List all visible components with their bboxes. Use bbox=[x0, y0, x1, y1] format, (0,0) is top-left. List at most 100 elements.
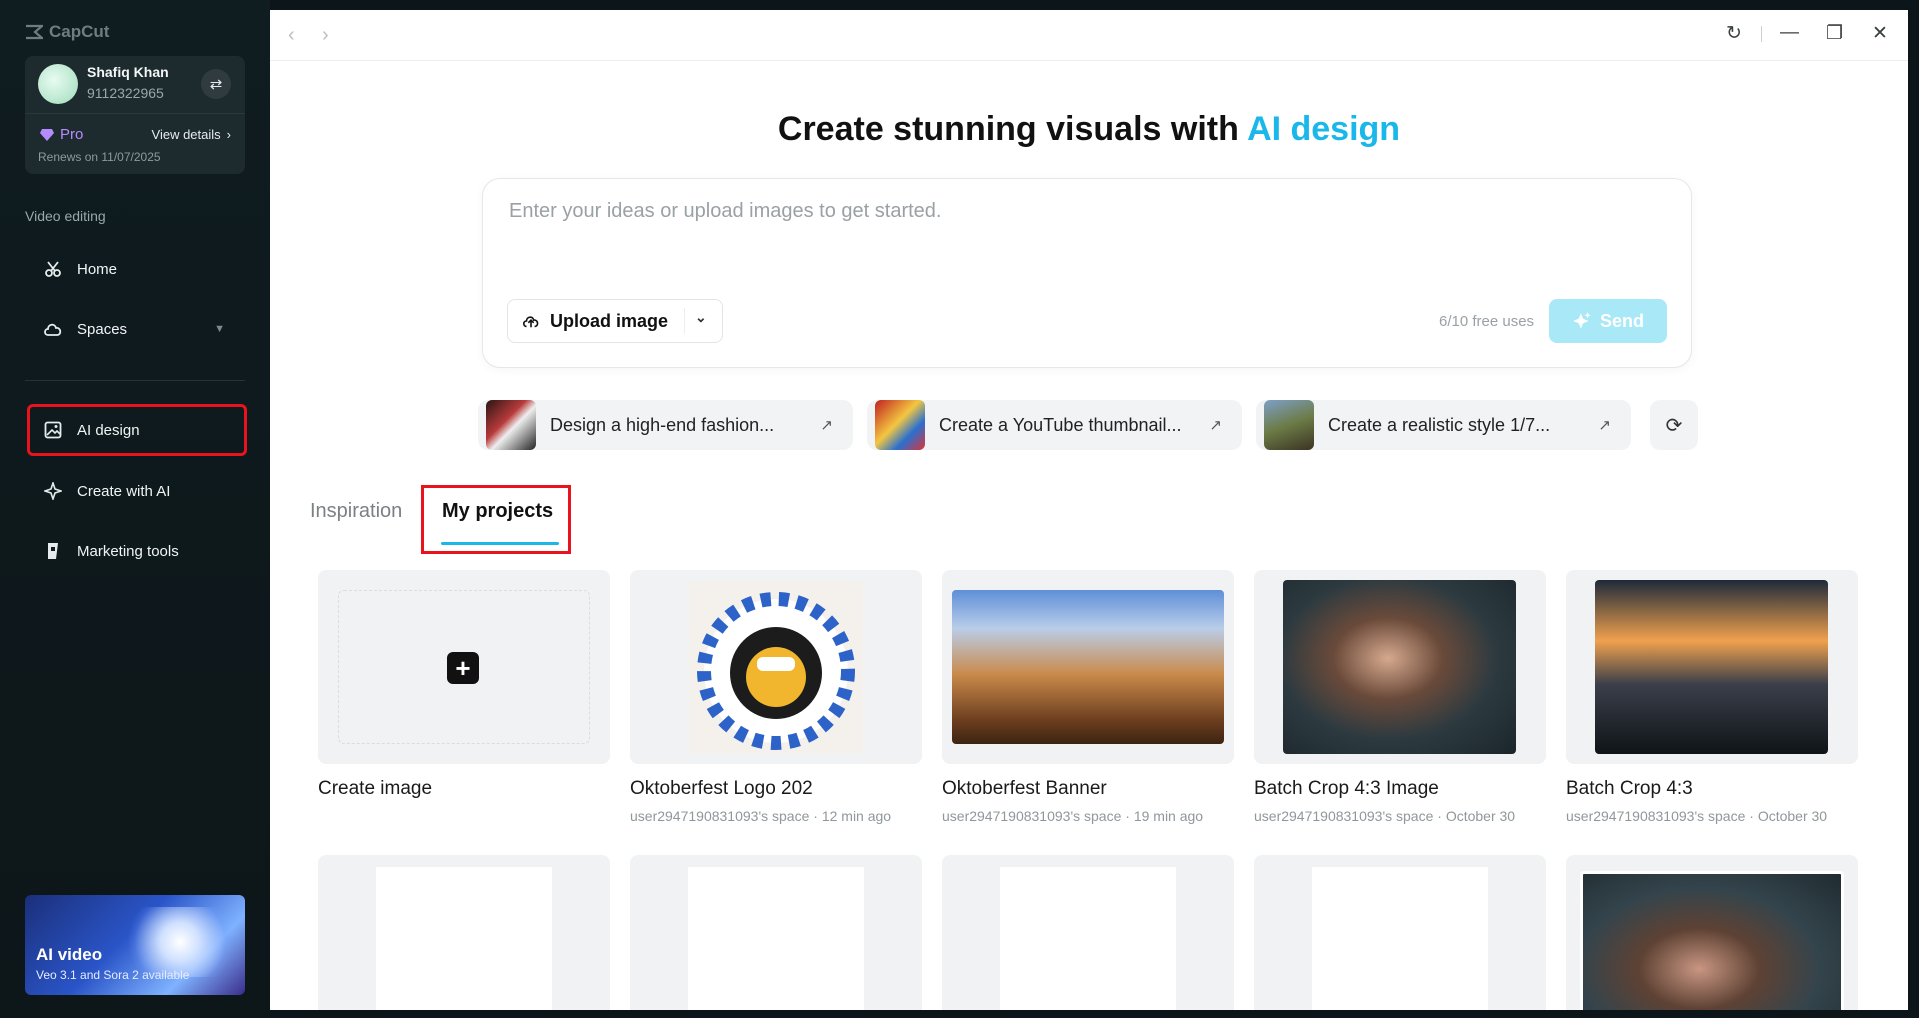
sparkle-icon bbox=[43, 481, 63, 501]
view-details-link[interactable]: View details › bbox=[152, 127, 231, 142]
sidebar-item-label: Create with AI bbox=[77, 482, 171, 500]
title-accent: AI design bbox=[1247, 110, 1401, 148]
upload-label: Upload image bbox=[550, 310, 669, 331]
sidebar-divider bbox=[25, 380, 245, 381]
suggestion-chip[interactable]: Design a high-end fashion... ↗ bbox=[478, 400, 853, 450]
capcut-logo: CapCut bbox=[25, 22, 109, 42]
ai-video-promo[interactable]: AI video Veo 3.1 and Sora 2 available bbox=[25, 895, 245, 995]
project-card[interactable] bbox=[318, 855, 610, 1010]
project-thumbnail[interactable] bbox=[942, 855, 1234, 1010]
project-thumbnail[interactable] bbox=[1254, 855, 1546, 1010]
sidebar-item-label: Spaces bbox=[77, 320, 128, 338]
project-thumbnail[interactable] bbox=[1566, 855, 1858, 1010]
project-thumbnail[interactable] bbox=[942, 570, 1234, 764]
project-card[interactable]: Oktoberfest Banner user2947190831093's s… bbox=[942, 570, 1234, 824]
tab-my-projects[interactable]: My projects bbox=[442, 500, 553, 523]
back-arrow-icon[interactable]: ‹ bbox=[288, 24, 295, 47]
forward-arrow-icon[interactable]: › bbox=[322, 24, 329, 47]
minimize-icon[interactable]: — bbox=[1780, 22, 1799, 44]
create-image-card[interactable]: + Create image bbox=[318, 570, 610, 800]
suggestion-thumbnail bbox=[1264, 400, 1314, 450]
cloud-icon bbox=[43, 319, 63, 339]
project-card[interactable]: Oktoberfest Logo 202 user2947190831093's… bbox=[630, 570, 922, 824]
suggestion-label: Create a YouTube thumbnail... bbox=[939, 414, 1182, 435]
send-label: Send bbox=[1599, 310, 1644, 331]
project-thumbnail[interactable] bbox=[1254, 570, 1546, 764]
suggestion-thumbnail bbox=[486, 400, 536, 450]
project-title: Oktoberfest Banner bbox=[942, 778, 1107, 799]
project-card[interactable] bbox=[630, 855, 922, 1010]
sidebar-item-create-with-ai[interactable]: Create with AI bbox=[27, 465, 247, 517]
sidebar-item-label: Marketing tools bbox=[77, 542, 179, 560]
suggestion-thumbnail bbox=[875, 400, 925, 450]
sidebar-item-label: AI design bbox=[77, 421, 140, 439]
logo-image bbox=[689, 581, 863, 753]
arrow-up-right-icon: ↗ bbox=[1209, 417, 1222, 434]
chevron-down-icon[interactable]: ⌄ bbox=[695, 309, 707, 326]
sparkle-icon bbox=[1573, 312, 1591, 329]
portrait-image bbox=[1283, 580, 1516, 754]
project-thumbnail[interactable] bbox=[630, 570, 922, 764]
sidebar-item-marketing-tools[interactable]: Marketing tools bbox=[27, 525, 247, 577]
project-title: Oktoberfest Logo 202 bbox=[630, 778, 813, 799]
project-meta: user2947190831093's space · 19 min ago bbox=[942, 808, 1204, 824]
scissors-icon bbox=[43, 259, 63, 279]
promo-title: AI video bbox=[36, 945, 103, 964]
project-thumbnail[interactable] bbox=[318, 855, 610, 1010]
marketing-icon bbox=[43, 541, 63, 561]
reload-icon[interactable]: ↻ bbox=[1726, 22, 1742, 45]
close-icon[interactable]: ✕ bbox=[1872, 22, 1888, 45]
project-thumbnail[interactable] bbox=[1566, 570, 1858, 764]
create-image-label: Create image bbox=[318, 778, 433, 799]
tab-inspiration[interactable]: Inspiration bbox=[310, 500, 402, 523]
pro-badge: Pro bbox=[39, 126, 83, 143]
title-prefix: Create stunning visuals with bbox=[777, 110, 1248, 148]
project-card[interactable]: Batch Crop 4:3 user2947190831093's space… bbox=[1566, 570, 1858, 824]
view-details-label: View details bbox=[151, 127, 221, 142]
suggestion-chip[interactable]: Create a realistic style 1/7... ↗ bbox=[1256, 400, 1631, 450]
suggestion-label: Create a realistic style 1/7... bbox=[1328, 414, 1551, 435]
sidebar-item-home[interactable]: Home bbox=[27, 243, 247, 295]
project-card[interactable] bbox=[1566, 855, 1858, 1010]
upload-image-button[interactable]: Upload image ⌄ bbox=[507, 299, 723, 343]
swap-icon: ⇄ bbox=[209, 76, 223, 93]
suggestion-chip[interactable]: Create a YouTube thumbnail... ↗ bbox=[867, 400, 1242, 450]
user-phone: 9112322965 bbox=[87, 85, 164, 101]
top-bar: ‹ › ↻ — ❐ ✕ bbox=[270, 10, 1908, 61]
refresh-suggestions-button[interactable]: ⟳ bbox=[1650, 400, 1698, 450]
project-thumbnail[interactable] bbox=[630, 855, 922, 1010]
prompt-input[interactable] bbox=[507, 199, 1657, 224]
refresh-icon: ⟳ bbox=[1665, 414, 1683, 437]
project-title: Batch Crop 4:3 Image bbox=[1254, 778, 1439, 799]
portrait-image bbox=[1580, 871, 1844, 1010]
project-meta: user2947190831093's space · October 30 bbox=[1566, 808, 1828, 824]
plan-name: Pro bbox=[60, 126, 84, 143]
blank-page-preview bbox=[1000, 867, 1176, 1010]
blank-page-preview bbox=[376, 867, 552, 1010]
free-uses-count: 6/10 free uses bbox=[1439, 313, 1535, 330]
avatar[interactable] bbox=[38, 64, 78, 104]
project-card[interactable] bbox=[1254, 855, 1546, 1010]
promo-camera-image bbox=[125, 907, 235, 977]
caret-down-icon[interactable]: ▼ bbox=[214, 323, 225, 335]
switch-account-button[interactable]: ⇄ bbox=[201, 69, 231, 99]
project-card[interactable]: Batch Crop 4:3 Image user2947190831093's… bbox=[1254, 570, 1546, 824]
plus-icon[interactable]: + bbox=[447, 652, 479, 684]
project-card[interactable] bbox=[942, 855, 1234, 1010]
user-card: Shafiq Khan 9112322965 ⇄ Pro View detail… bbox=[25, 56, 245, 174]
arrow-up-right-icon: ↗ bbox=[1598, 417, 1611, 434]
diamond-icon bbox=[40, 128, 54, 141]
sidebar-item-label: Home bbox=[77, 260, 118, 278]
create-image-thumb[interactable]: + bbox=[318, 570, 610, 764]
prompt-box: Upload image ⌄ 6/10 free uses Send bbox=[482, 178, 1692, 368]
arrow-up-right-icon: ↗ bbox=[820, 417, 833, 434]
ai-image-icon bbox=[43, 420, 63, 440]
send-button[interactable]: Send bbox=[1549, 299, 1667, 343]
blank-page-preview bbox=[688, 867, 864, 1010]
capcut-logo-icon bbox=[26, 24, 43, 40]
sidebar-item-ai-design[interactable]: AI design bbox=[27, 404, 247, 456]
restore-icon[interactable]: ❐ bbox=[1826, 22, 1843, 45]
project-meta: user2947190831093's space · October 30 bbox=[1254, 808, 1516, 824]
main-panel: ‹ › ↻ — ❐ ✕ Create stunning visuals with… bbox=[270, 10, 1908, 1010]
sidebar-item-spaces[interactable]: Spaces ▼ bbox=[27, 303, 247, 355]
